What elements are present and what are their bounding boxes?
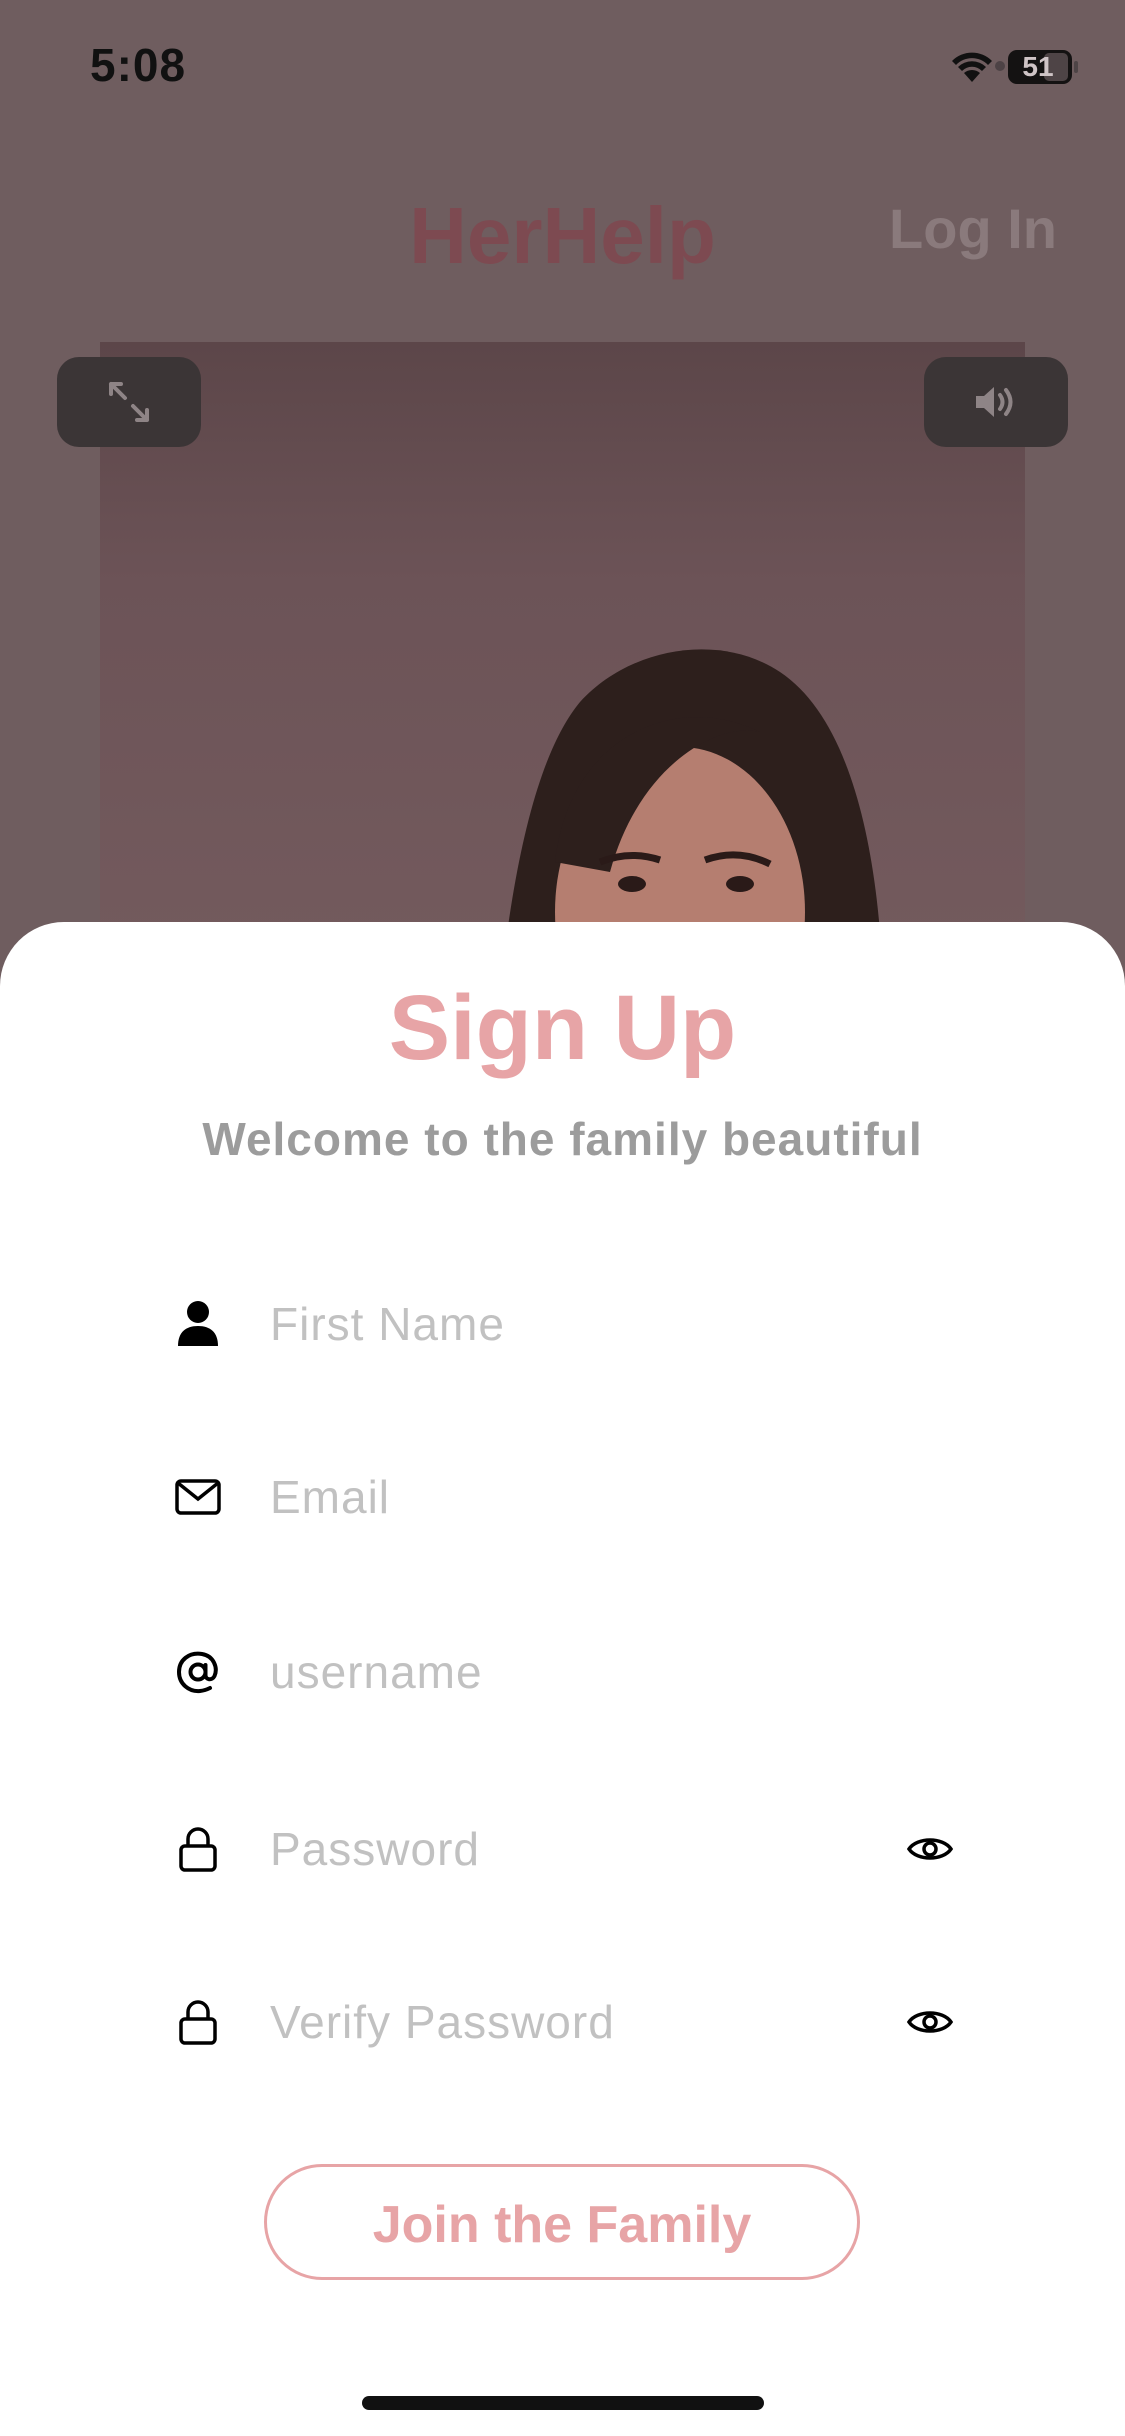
wifi-icon xyxy=(952,52,992,82)
username-field xyxy=(170,1627,960,1717)
volume-button[interactable] xyxy=(924,357,1068,447)
signup-subtitle: Welcome to the family beautiful xyxy=(202,1113,923,1165)
lock-icon xyxy=(170,1821,226,1877)
password-field xyxy=(170,1804,960,1894)
verify-password-field xyxy=(170,1977,960,2067)
show-password-eye-icon[interactable] xyxy=(900,1819,960,1879)
join-family-button[interactable]: Join the Family xyxy=(264,2164,860,2280)
status-time: 5:08 xyxy=(90,39,187,91)
intro-video[interactable] xyxy=(100,342,1025,942)
email-field xyxy=(170,1452,960,1542)
first-name-input[interactable] xyxy=(270,1279,830,1369)
at-sign-icon xyxy=(170,1644,226,1700)
battery-level: 51 xyxy=(1022,51,1054,82)
signup-title: Sign Up xyxy=(388,977,737,1079)
person-icon xyxy=(170,1296,226,1352)
speaker-icon xyxy=(976,387,1013,417)
password-input[interactable] xyxy=(270,1804,830,1894)
verify-password-input[interactable] xyxy=(270,1977,830,2067)
status-bar: 5:08 51 xyxy=(0,0,1125,140)
signup-sheet: Sign Up Welcome to the family beautiful xyxy=(0,922,1125,2436)
first-name-field xyxy=(170,1279,960,1369)
envelope-icon xyxy=(170,1469,226,1525)
expand-video-button[interactable] xyxy=(57,357,201,447)
show-verify-password-eye-icon[interactable] xyxy=(900,1992,960,2052)
lock-icon xyxy=(170,1994,226,2050)
email-input[interactable] xyxy=(270,1452,830,1542)
login-link[interactable]: Log In xyxy=(889,196,1057,261)
video-person-image xyxy=(505,649,881,942)
expand-arrows-icon xyxy=(109,382,149,422)
username-input[interactable] xyxy=(270,1627,830,1717)
battery-icon: 51 xyxy=(1008,50,1072,84)
home-indicator[interactable] xyxy=(362,2396,764,2410)
